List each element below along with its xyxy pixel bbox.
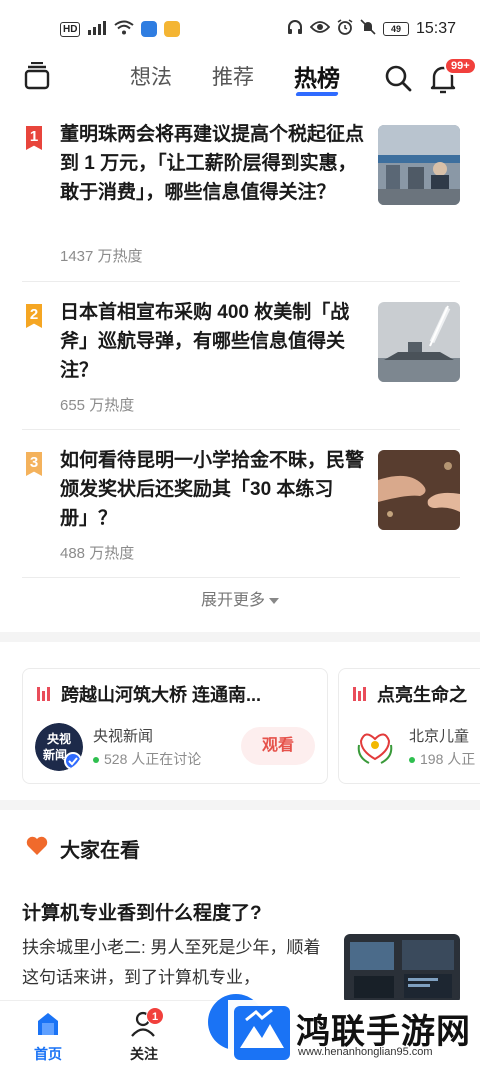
hot-item-title[interactable]: 董明珠两会将再建议提高个税起征点到 1 万元，「让工薪阶层得到实惠，敢于消费」，… [60, 120, 366, 207]
svg-text:央视: 央视 [47, 731, 71, 746]
rank-badge: 2 [26, 304, 42, 328]
beijing-children-logo [351, 723, 399, 771]
live-card-title[interactable]: 跨越山河筑大桥 连通南... [61, 681, 261, 707]
signal-icon [87, 20, 107, 38]
section-title: 大家在看 [60, 840, 140, 862]
live-cards-carousel[interactable]: 跨越山河筑大桥 连通南... 央视 新闻 央视新闻 528 人正在讨论 观看 点… [0, 644, 480, 802]
home-icon [34, 1013, 62, 1040]
hot-item-title[interactable]: 日本首相宣布采购 400 枚美制「战斧」巡航导弹，有哪些信息值得关注？ [60, 298, 366, 385]
top-header: 想法 推荐 热榜 99+ [0, 57, 480, 100]
watermark: 鸿联手游网 www.henanhonglian95.com [228, 1000, 480, 1067]
status-bar: HD 49 15:37 [0, 0, 480, 58]
live-card-viewers: 198 人正 [409, 749, 475, 769]
section-divider [0, 800, 480, 810]
app-notification-icon [141, 21, 158, 37]
rank-badge: 1 [26, 126, 42, 150]
app-notification-icon-2 [164, 21, 181, 37]
live-card-source: 北京儿童 [409, 728, 470, 745]
tab-hot-list[interactable]: 热榜 [294, 58, 340, 98]
hot-list-item[interactable]: 2 日本首相宣布采购 400 枚美制「战斧」巡航导弹，有哪些信息值得关注？ 65… [22, 282, 460, 430]
live-card[interactable]: 跨越山河筑大桥 连通南... 央视 新闻 央视新闻 528 人正在讨论 观看 [22, 668, 328, 784]
hot-item-heat: 1437 万热度 [60, 248, 143, 265]
hot-item-heat: 488 万热度 [60, 545, 135, 562]
live-dot-icon [409, 757, 415, 764]
expand-more-button[interactable]: 展开更多 [0, 586, 480, 610]
hot-list: 1 董明珠两会将再建议提高个税起征点到 1 万元，「让工薪阶层得到实惠，敢于消费… [22, 112, 460, 578]
feed-item-excerpt[interactable]: 扶余城里小老二: 男人至死是少年，顺着这句话来讲，到了计算机专业， [22, 933, 322, 1003]
caret-down-icon [269, 597, 279, 604]
watermark-url: www.henanhonglian95.com [298, 1046, 433, 1058]
library-icon[interactable] [24, 61, 50, 95]
nav-home[interactable]: 首页 [18, 1011, 78, 1064]
tab-ideas[interactable]: 想法 [130, 58, 172, 98]
hot-item-title[interactable]: 如何看待昆明一小学拾金不昧，民警颁发奖状后还奖励其「30 本练习册」？ [60, 446, 366, 533]
live-dot-icon [93, 757, 99, 764]
svg-text:新闻: 新闻 [43, 747, 67, 762]
battery-icon: 49 [382, 22, 409, 36]
watermark-logo-icon [232, 1004, 292, 1067]
people-icon [130, 1011, 158, 1040]
hot-item-thumbnail[interactable] [378, 125, 460, 205]
hd-indicator: HD [60, 21, 81, 37]
live-card-viewers: 528 人正在讨论 [93, 749, 201, 769]
live-card-source: 央视新闻 [93, 728, 154, 745]
section-header: 大家在看 [26, 834, 140, 863]
header-tabs: 想法 推荐 热榜 [130, 58, 340, 98]
nav-following-label: 关注 [130, 1046, 158, 1062]
hot-item-thumbnail[interactable] [378, 450, 460, 530]
live-indicator-icon [37, 687, 50, 701]
wifi-icon [114, 20, 135, 39]
tab-recommend[interactable]: 推荐 [212, 58, 254, 98]
app-screen: HD 49 15:37 想法 推荐 热榜 99+ 1 董明珠两会将再建议提高个税… [0, 0, 480, 1067]
mute-icon [360, 19, 376, 39]
hot-item-heat: 655 万热度 [60, 397, 135, 414]
hot-list-item[interactable]: 1 董明珠两会将再建议提高个税起征点到 1 万元，「让工薪阶层得到实惠，敢于消费… [22, 112, 460, 282]
following-badge: 1 [146, 1007, 164, 1025]
rank-badge: 3 [26, 452, 42, 476]
watch-button[interactable]: 观看 [241, 727, 315, 765]
search-icon[interactable] [384, 64, 412, 97]
live-card[interactable]: 点亮生命之 北京儿童 198 人正 [338, 668, 480, 784]
expand-more-label: 展开更多 [200, 592, 265, 609]
heart-icon [26, 836, 48, 861]
status-time: 15:37 [415, 20, 456, 37]
cctv-news-logo: 央视 新闻 [35, 723, 83, 771]
notification-badge: 99+ [444, 57, 477, 75]
nav-home-label: 首页 [34, 1046, 62, 1062]
live-card-title[interactable]: 点亮生命之 [377, 681, 467, 707]
feed-item-title[interactable]: 计算机专业香到什么程度了? [22, 898, 262, 925]
feed-item-thumbnail[interactable] [344, 934, 460, 1004]
live-indicator-icon [353, 687, 366, 701]
nav-following[interactable]: 1 关注 [114, 1007, 174, 1064]
section-divider [0, 632, 480, 642]
hot-list-item[interactable]: 3 如何看待昆明一小学拾金不昧，民警颁发奖状后还奖励其「30 本练习册」？ 48… [22, 430, 460, 578]
eye-icon [309, 20, 331, 38]
headphones-icon [287, 19, 303, 39]
alarm-icon [337, 19, 353, 39]
hot-item-thumbnail[interactable] [378, 302, 460, 382]
